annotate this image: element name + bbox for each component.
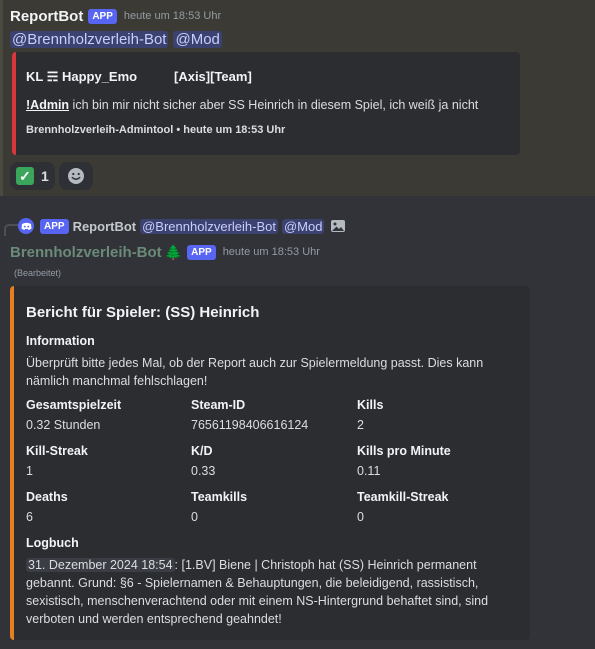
- field-name: Gesamtspielzeit: [26, 398, 122, 412]
- reply-author[interactable]: ReportBot: [73, 219, 137, 234]
- timestamp[interactable]: heute um 18:53 Uhr: [223, 246, 320, 258]
- discord-logo-icon: [18, 218, 34, 234]
- smiley-icon: [67, 168, 84, 184]
- field-value: 6: [26, 510, 33, 524]
- app-badge: APP: [88, 8, 117, 24]
- message-reportbot[interactable]: ReportBot APP heute um 18:53 Uhr @Brennh…: [10, 6, 585, 50]
- embed-description: !Admin ich bin mir nicht sicher aber SS …: [26, 98, 478, 112]
- reaction-check[interactable]: ✓ 1: [10, 162, 55, 190]
- log-entry: 31. Dezember 2024 18:54: [1.BV] Biene | …: [26, 556, 516, 628]
- field-name: Deaths: [26, 490, 68, 504]
- reply-reference[interactable]: APP ReportBot @Brennholzverleih-Bot @Mod: [10, 216, 346, 236]
- field-name: Kills pro Minute: [357, 444, 451, 458]
- field-value: 0.11: [357, 464, 381, 478]
- field-value: 2: [357, 418, 364, 432]
- embed-team: [Axis][Team]: [174, 69, 252, 84]
- field-name: Kills: [357, 398, 384, 412]
- embed-description-text: ich bin mir nicht sicher aber SS Heinric…: [69, 98, 479, 112]
- edited-label: (Bearbeitet): [14, 268, 62, 278]
- field-name: Teamkills: [191, 490, 248, 504]
- mention-mod[interactable]: @Mod: [173, 30, 222, 48]
- field-name: K/D: [191, 444, 213, 458]
- reaction-count: 1: [41, 168, 49, 184]
- player-report-embed: Bericht für Spieler: (SS) Heinrich Infor…: [10, 286, 530, 640]
- message-header-brennholzverleih: Brennholzverleih-Bot 🌲 APP heute um 18:5…: [10, 242, 320, 262]
- field-value: 0.32 Stunden: [26, 418, 101, 432]
- mention-bot[interactable]: @Brennholzverleih-Bot: [140, 218, 278, 234]
- field-name: Teamkill-Streak: [357, 490, 449, 504]
- tree-icon: 🌲: [164, 243, 183, 260]
- timestamp[interactable]: heute um 18:53 Uhr: [124, 10, 221, 22]
- log-date: 31. Dezember 2024 18:54: [26, 558, 175, 572]
- app-badge: APP: [40, 218, 69, 234]
- field-name: Steam-ID: [191, 398, 246, 412]
- author-name[interactable]: Brennholzverleih-Bot: [10, 244, 162, 261]
- embed-title: Bericht für Spieler: (SS) Heinrich: [26, 304, 260, 321]
- report-embed: KL ☴ Happy_Emo [Axis][Team] !Admin ich b…: [12, 52, 520, 155]
- field-value: 0: [191, 510, 198, 524]
- highlight-bar: [0, 0, 3, 196]
- field-value: 0.33: [191, 464, 216, 478]
- mention-bot[interactable]: @Brennholzverleih-Bot: [10, 30, 169, 48]
- check-mark-icon: ✓: [16, 167, 34, 185]
- add-reaction-button[interactable]: [58, 162, 93, 190]
- field-value: 0: [357, 510, 364, 524]
- author-name[interactable]: ReportBot: [10, 8, 83, 25]
- info-text: Überprüft bitte jedes Mal, ob der Report…: [26, 356, 484, 388]
- field-value: 1: [26, 464, 33, 478]
- embed-author: KL ☴ Happy_Emo: [26, 69, 138, 84]
- reactions-bar: ✓ 1: [10, 162, 93, 190]
- field-name: Kill-Streak: [26, 444, 88, 458]
- embed-footer: Brennholzverleih-Admintool • heute um 18…: [26, 124, 286, 136]
- admin-command: !Admin: [26, 98, 70, 112]
- field-value: 76561198406616124: [191, 418, 309, 432]
- image-icon: [331, 220, 346, 232]
- log-title: Logbuch: [26, 536, 79, 550]
- info-title: Information: [26, 334, 95, 348]
- app-badge: APP: [187, 244, 216, 260]
- mention-mod[interactable]: @Mod: [281, 218, 325, 234]
